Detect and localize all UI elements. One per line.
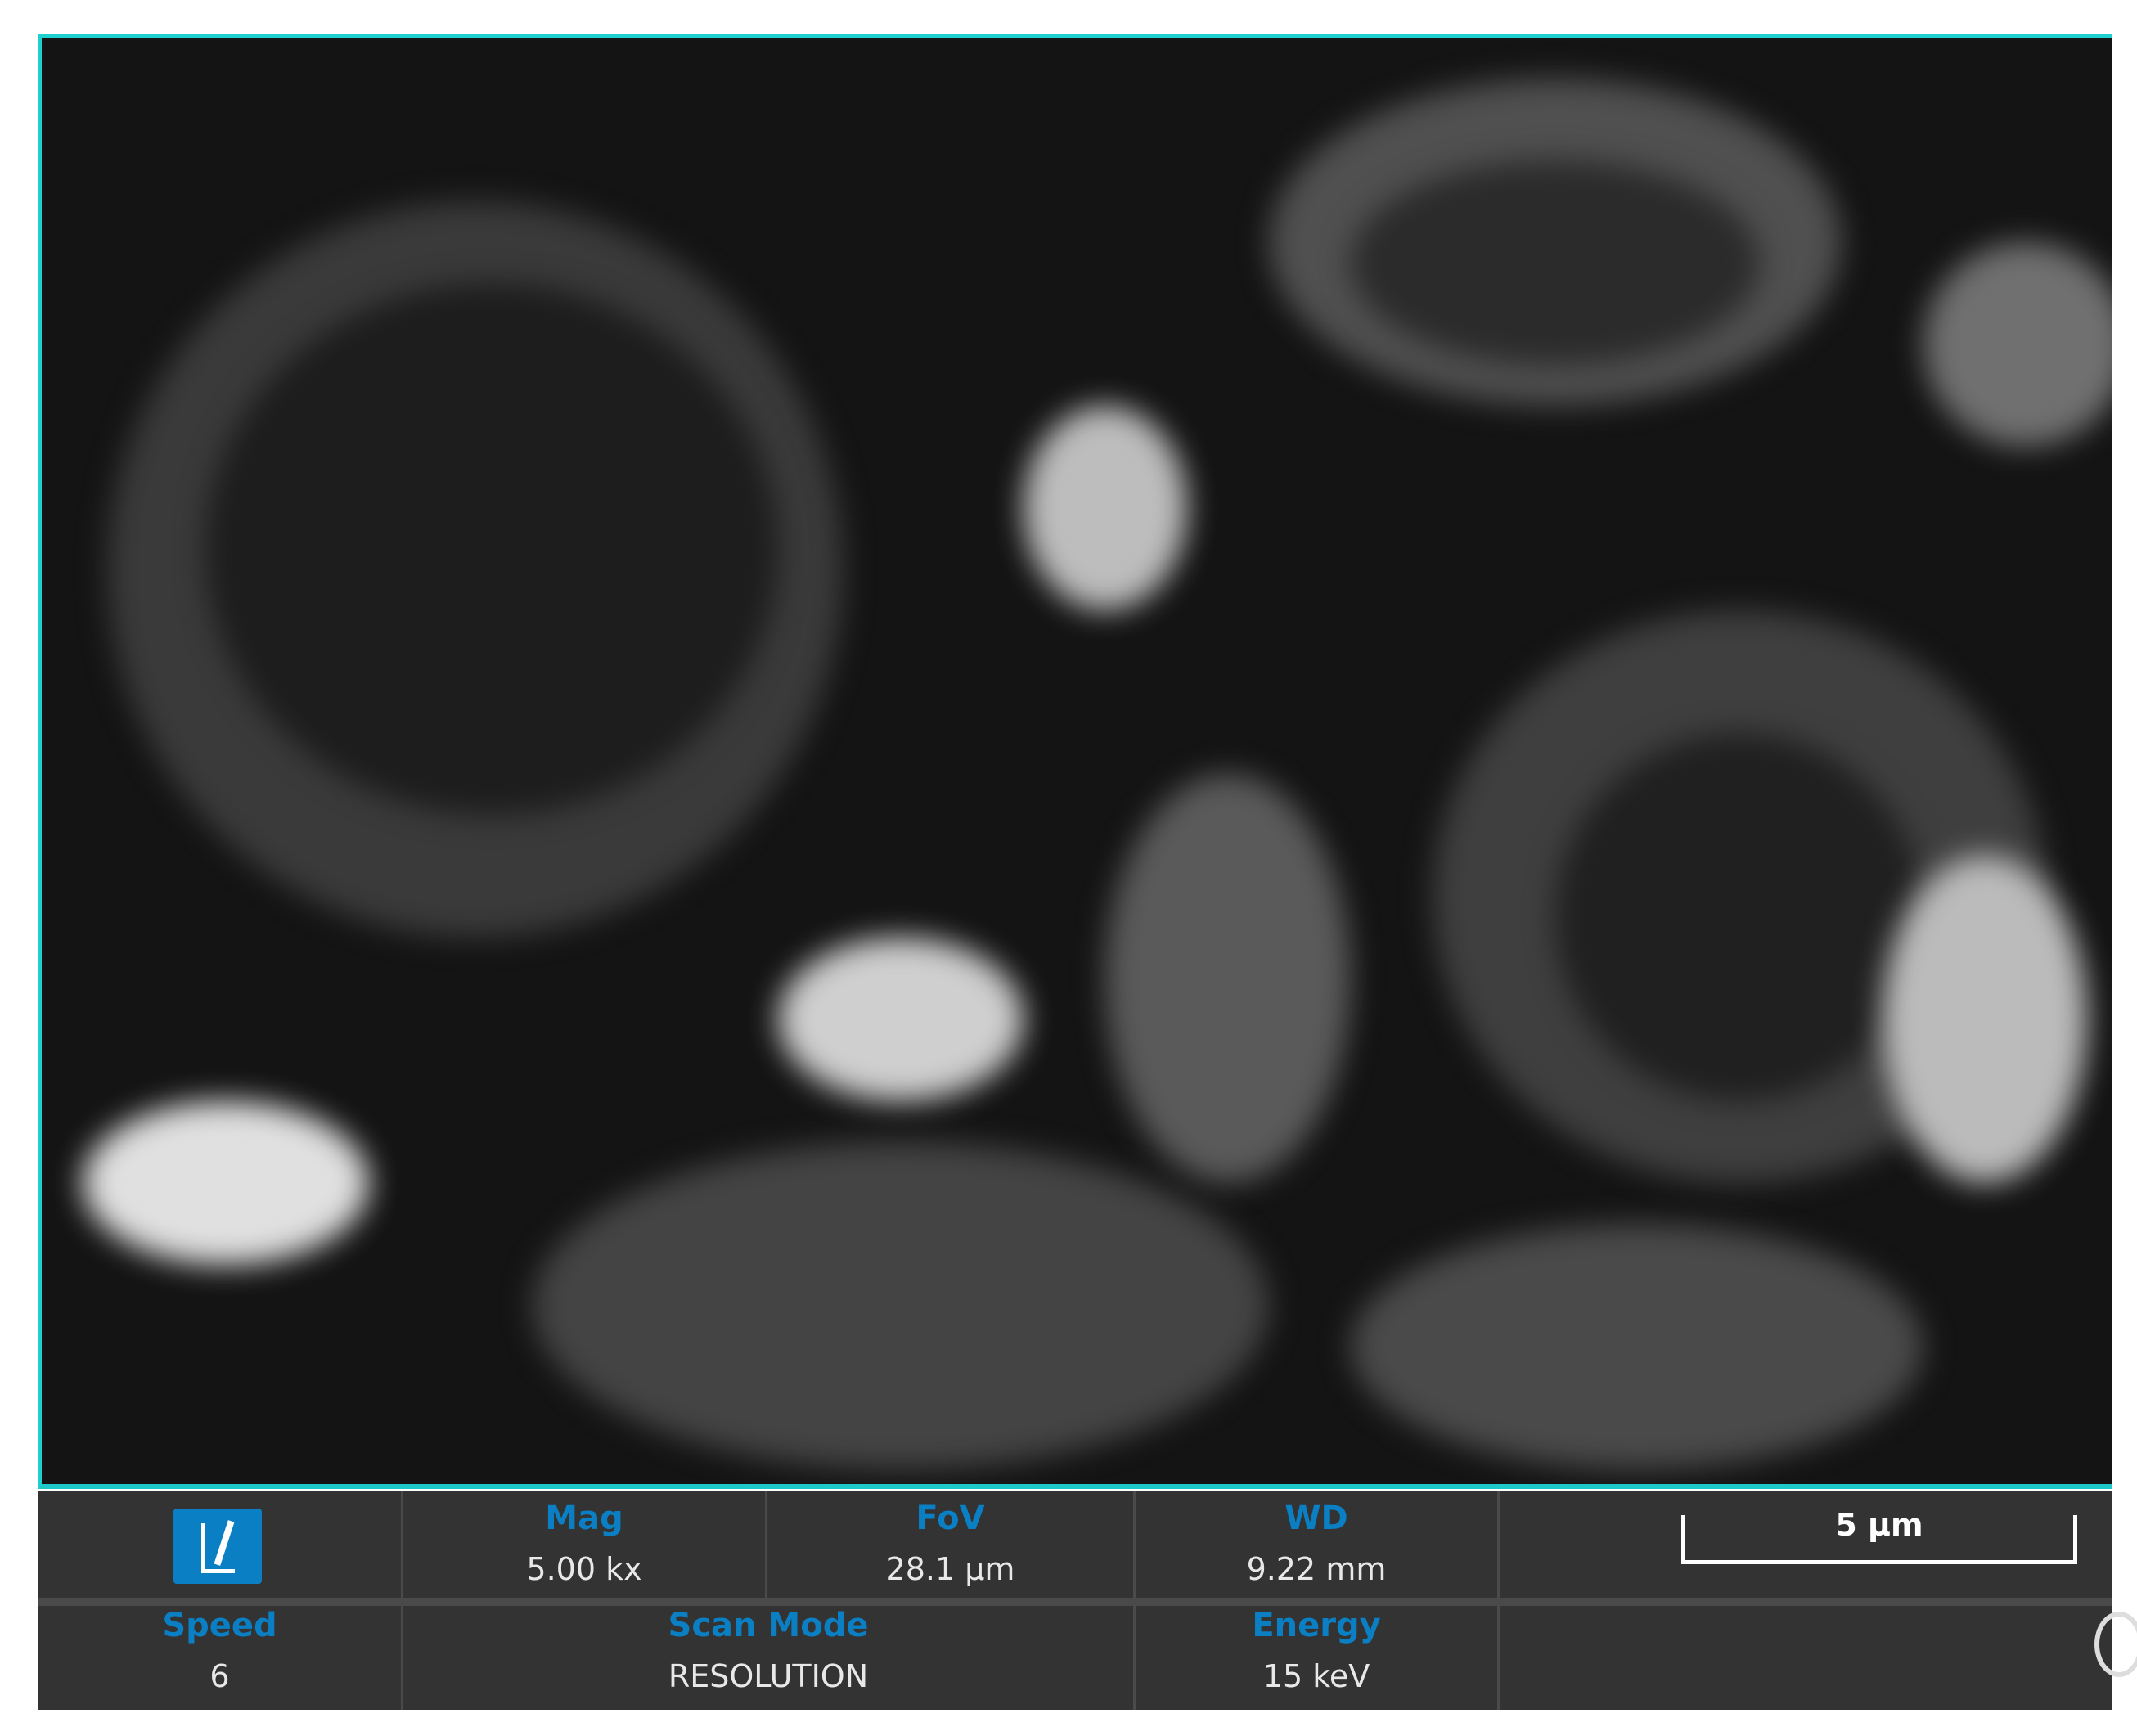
speed-cell: Speed 6	[38, 1606, 403, 1710]
energy-cell: Energy 15 keV	[1136, 1606, 1500, 1710]
scan-mode-cell: Scan Mode RESOLUTION	[403, 1606, 1136, 1710]
scan-mode-value: RESOLUTION	[668, 1658, 869, 1694]
logo-icon	[173, 1509, 262, 1584]
wd-cell: WD 9.22 mm	[1136, 1491, 1500, 1598]
mag-cell: Mag 5.00 kx	[403, 1491, 767, 1598]
logo-cell	[38, 1491, 403, 1598]
row-divider	[38, 1598, 2112, 1606]
fov-cell: FoV 28.1 μm	[767, 1491, 1136, 1598]
speed-label: Speed	[162, 1607, 277, 1644]
scan-mode-label: Scan Mode	[668, 1607, 869, 1644]
fov-value: 28.1 μm	[885, 1551, 1015, 1587]
mag-value: 5.00 kx	[526, 1551, 642, 1587]
energy-label: Energy	[1252, 1607, 1381, 1644]
scale-bar	[1681, 1515, 2077, 1564]
scroll-knob[interactable]	[2094, 1612, 2137, 1677]
sem-micrograph	[38, 34, 2112, 1489]
speed-value: 6	[209, 1658, 230, 1694]
wd-value: 9.22 mm	[1246, 1551, 1387, 1587]
wd-label: WD	[1284, 1500, 1348, 1537]
fov-label: FoV	[916, 1500, 985, 1537]
energy-value: 15 keV	[1262, 1658, 1370, 1694]
mag-label: Mag	[545, 1500, 623, 1537]
info-bar: Mag 5.00 kx FoV 28.1 μm WD 9.22 mm 5 μm …	[38, 1491, 2112, 1710]
